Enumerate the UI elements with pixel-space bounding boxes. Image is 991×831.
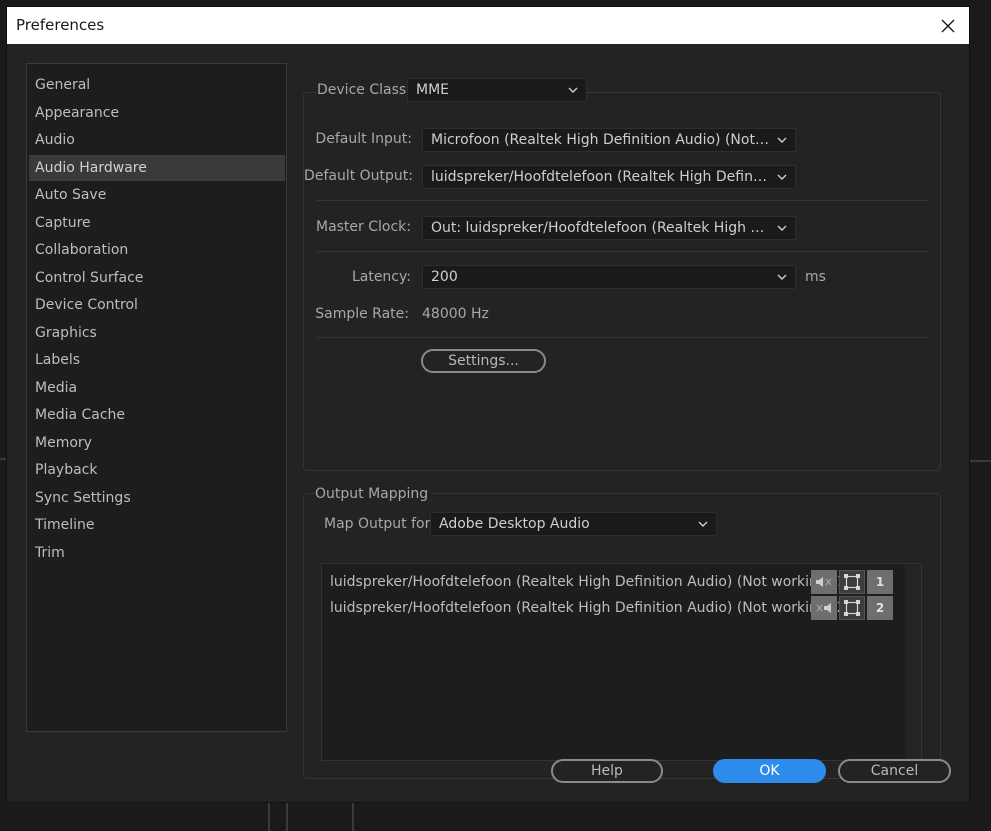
latency-unit: ms	[805, 269, 826, 285]
background-divider	[969, 460, 991, 462]
sidebar-item-timeline[interactable]: Timeline	[29, 512, 285, 538]
chevron-down-icon	[777, 174, 787, 180]
device-class-value: MME	[416, 82, 450, 98]
help-button[interactable]: Help	[551, 759, 663, 783]
default-output-label: Default Output:	[304, 168, 413, 184]
close-button[interactable]	[933, 11, 963, 41]
default-input-value: Microfoon (Realtek High Definition Audio…	[431, 132, 795, 148]
mapping-row[interactable]: luidspreker/Hoofdtelefoon (Realtek High …	[330, 574, 846, 590]
background-divider	[0, 458, 7, 460]
default-output-dropdown[interactable]: luidspreker/Hoofdtelefoon (Realtek High …	[422, 165, 796, 189]
sidebar-item-collaboration[interactable]: Collaboration	[29, 237, 285, 263]
speaker-left-button[interactable]	[811, 570, 837, 594]
speaker-right-icon	[816, 603, 831, 613]
section-divider	[317, 251, 929, 252]
output-mapping-list: luidspreker/Hoofdtelefoon (Realtek High …	[321, 563, 922, 761]
speaker-right-button[interactable]	[811, 596, 837, 620]
window-title: Preferences	[16, 16, 105, 34]
mapping-row-label: luidspreker/Hoofdtelefoon (Realtek High …	[330, 600, 846, 616]
channel-number: 1	[875, 575, 885, 589]
latency-label: Latency:	[351, 269, 411, 285]
sidebar-item-labels[interactable]: Labels	[29, 347, 285, 373]
chevron-down-icon	[698, 521, 708, 527]
map-output-label: Map Output for:	[324, 516, 435, 532]
sidebar-item-appearance[interactable]: Appearance	[29, 100, 285, 126]
chevron-down-icon	[777, 225, 787, 231]
default-output-value: luidspreker/Hoofdtelefoon (Realtek High …	[431, 169, 795, 185]
sidebar-item-device-control[interactable]: Device Control	[29, 292, 285, 318]
mapping-frame-button[interactable]	[839, 596, 865, 620]
sidebar-item-sync-settings[interactable]: Sync Settings	[29, 485, 285, 511]
chevron-down-icon	[568, 87, 578, 93]
sidebar-item-graphics[interactable]: Graphics	[29, 320, 285, 346]
speaker-left-icon	[816, 577, 832, 587]
section-divider	[317, 337, 929, 338]
background-divider	[352, 802, 354, 831]
mapping-row[interactable]: luidspreker/Hoofdtelefoon (Realtek High …	[330, 600, 846, 616]
latency-dropdown[interactable]: 200	[422, 265, 796, 289]
list-scrollbar[interactable]	[905, 564, 921, 760]
preferences-dialog: Preferences General Appearance Audio Audio …	[7, 7, 969, 802]
chevron-down-icon	[777, 274, 787, 280]
background-divider	[286, 802, 288, 831]
master-clock-dropdown[interactable]: Out: luidspreker/Hoofdtelefoon (Realtek …	[422, 216, 796, 240]
mapping-row-label: luidspreker/Hoofdtelefoon (Realtek High …	[330, 574, 846, 590]
sample-rate-value: 48000 Hz	[422, 306, 489, 322]
sidebar-item-media[interactable]: Media	[29, 375, 285, 401]
device-class-dropdown[interactable]: MME	[407, 78, 587, 102]
background-divider	[268, 802, 270, 831]
channel-number-button[interactable]: 1	[867, 570, 893, 594]
channel-number: 2	[875, 601, 885, 615]
preferences-sidebar: General Appearance Audio Audio Hardware Auto…	[26, 63, 287, 732]
sidebar-item-capture[interactable]: Capture	[29, 210, 285, 236]
sidebar-item-audio[interactable]: Audio	[29, 127, 285, 153]
master-clock-value: Out: luidspreker/Hoofdtelefoon (Realtek …	[431, 220, 795, 236]
sidebar-item-trim[interactable]: Trim	[29, 540, 285, 566]
default-input-dropdown[interactable]: Microfoon (Realtek High Definition Audio…	[422, 128, 796, 152]
cancel-button[interactable]: Cancel	[838, 759, 951, 783]
sidebar-item-memory[interactable]: Memory	[29, 430, 285, 456]
default-input-label: Default Input:	[315, 131, 412, 147]
map-output-value: Adobe Desktop Audio	[439, 516, 590, 532]
sidebar-item-media-cache[interactable]: Media Cache	[29, 402, 285, 428]
map-output-dropdown[interactable]: Adobe Desktop Audio	[430, 512, 717, 536]
latency-value: 200	[431, 269, 458, 285]
sidebar-item-auto-save[interactable]: Auto Save	[29, 182, 285, 208]
sidebar-item-playback[interactable]: Playback	[29, 457, 285, 483]
output-mapping-heading: Output Mapping	[315, 486, 433, 502]
mapping-frame-icon	[844, 574, 860, 590]
sidebar-item-audio-hardware[interactable]: Audio Hardware	[29, 154, 285, 181]
channel-number-button[interactable]: 2	[867, 596, 893, 620]
device-class-label: Device Class:	[317, 82, 415, 98]
close-icon	[941, 19, 955, 33]
master-clock-label: Master Clock:	[315, 219, 411, 235]
section-divider	[317, 200, 929, 201]
ok-button[interactable]: OK	[713, 759, 826, 783]
sidebar-item-general[interactable]: General	[29, 72, 285, 98]
mapping-frame-button[interactable]	[839, 570, 865, 594]
mapping-frame-icon	[844, 600, 860, 616]
title-bar: Preferences	[7, 7, 969, 44]
chevron-down-icon	[777, 137, 787, 143]
settings-button[interactable]: Settings...	[421, 349, 546, 373]
sample-rate-label: Sample Rate:	[315, 306, 409, 322]
sidebar-item-control-surface[interactable]: Control Surface	[29, 265, 285, 291]
